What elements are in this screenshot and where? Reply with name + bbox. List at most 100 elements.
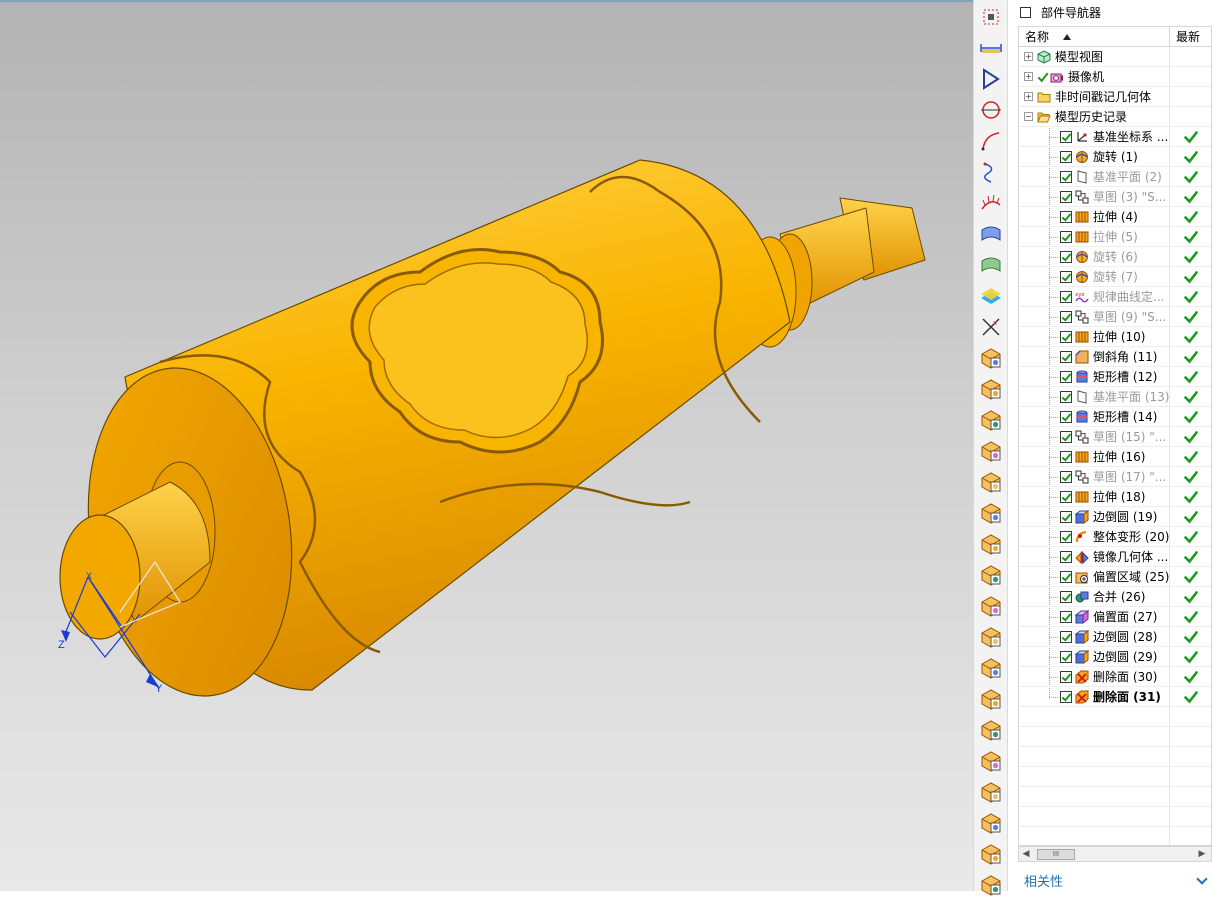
solid-op-4-icon[interactable]	[978, 438, 1004, 464]
feature-row[interactable]: 基准坐标系 ...	[1019, 127, 1211, 147]
feature-visibility-checkbox[interactable]	[1060, 170, 1072, 183]
solid-op-6-icon[interactable]	[978, 500, 1004, 526]
feature-visibility-checkbox[interactable]	[1060, 690, 1072, 703]
feature-visibility-checkbox[interactable]	[1060, 270, 1072, 283]
feature-row[interactable]: 拉伸 (18)	[1019, 487, 1211, 507]
trim-icon[interactable]: x	[978, 314, 1004, 340]
scroll-thumb[interactable]: III	[1037, 848, 1075, 860]
feature-visibility-checkbox[interactable]	[1060, 130, 1072, 143]
feature-visibility-checkbox[interactable]	[1060, 590, 1072, 603]
feature-row[interactable]: 草图 (9) "S...	[1019, 307, 1211, 327]
layer-icon[interactable]	[978, 283, 1004, 309]
feature-visibility-checkbox[interactable]	[1060, 390, 1072, 403]
feature-visibility-checkbox[interactable]	[1060, 330, 1072, 343]
feature-visibility-checkbox[interactable]	[1060, 290, 1072, 303]
solid-op-11-icon[interactable]	[978, 655, 1004, 681]
solid-op-9-icon[interactable]	[978, 593, 1004, 619]
feature-row[interactable]: 边倒圆 (19)	[1019, 507, 1211, 527]
feature-row[interactable]: 倒斜角 (11)	[1019, 347, 1211, 367]
feature-row[interactable]: 镜像几何体 ...	[1019, 547, 1211, 567]
visible-check-icon[interactable]	[1037, 70, 1049, 84]
feature-row[interactable]: 草图 (17) "...	[1019, 467, 1211, 487]
expand-icon[interactable]: +	[1024, 52, 1033, 61]
tree-group-row[interactable]: + 摄像机	[1019, 67, 1211, 87]
solid-op-15-icon[interactable]	[978, 779, 1004, 805]
solid-op-1-icon[interactable]	[978, 345, 1004, 371]
solid-op-8-icon[interactable]	[978, 562, 1004, 588]
feature-row[interactable]: 偏置区域 (25)	[1019, 567, 1211, 587]
feature-row[interactable]: 旋转 (7)	[1019, 267, 1211, 287]
solid-op-2-icon[interactable]	[978, 376, 1004, 402]
feature-visibility-checkbox[interactable]	[1060, 250, 1072, 263]
comb-icon[interactable]	[978, 190, 1004, 216]
feature-row[interactable]: 矩形槽 (14)	[1019, 407, 1211, 427]
feature-row[interactable]: 整体变形 (20)	[1019, 527, 1211, 547]
feature-visibility-checkbox[interactable]	[1060, 230, 1072, 243]
feature-visibility-checkbox[interactable]	[1060, 630, 1072, 643]
feature-row[interactable]: 合并 (26)	[1019, 587, 1211, 607]
feature-visibility-checkbox[interactable]	[1060, 490, 1072, 503]
feature-row[interactable]: 旋转 (1)	[1019, 147, 1211, 167]
navigator-pin-icon[interactable]	[1020, 6, 1031, 18]
solid-op-7-icon[interactable]	[978, 531, 1004, 557]
feature-row[interactable]: 拉伸 (5)	[1019, 227, 1211, 247]
mesh-surface-icon[interactable]	[978, 252, 1004, 278]
measure-distance-icon[interactable]	[978, 35, 1004, 61]
box-select-icon[interactable]	[978, 4, 1004, 30]
tree-group-row[interactable]: + 非时间戳记几何体	[1019, 87, 1211, 107]
surface-icon[interactable]	[978, 221, 1004, 247]
arc-icon[interactable]	[978, 128, 1004, 154]
feature-row[interactable]: 删除面 (31)	[1019, 687, 1211, 707]
feature-visibility-checkbox[interactable]	[1060, 510, 1072, 523]
expand-icon[interactable]: +	[1024, 92, 1033, 101]
horizontal-scrollbar[interactable]: ◀ III ▶	[1018, 846, 1212, 862]
feature-visibility-checkbox[interactable]	[1060, 530, 1072, 543]
feature-row[interactable]: 旋转 (6)	[1019, 247, 1211, 267]
solid-op-10-icon[interactable]	[978, 624, 1004, 650]
feature-row[interactable]: 偏置面 (27)	[1019, 607, 1211, 627]
scroll-left-icon[interactable]: ◀	[1019, 849, 1033, 859]
feature-visibility-checkbox[interactable]	[1060, 370, 1072, 383]
solid-op-5-icon[interactable]	[978, 469, 1004, 495]
tree-group-row[interactable]: − 模型历史记录	[1019, 107, 1211, 127]
scroll-right-icon[interactable]: ▶	[1195, 849, 1209, 859]
graphics-viewport[interactable]: Z Y X	[0, 0, 973, 891]
feature-visibility-checkbox[interactable]	[1060, 430, 1072, 443]
feature-row[interactable]: 拉伸 (16)	[1019, 447, 1211, 467]
roller-model[interactable]: Z Y X	[0, 2, 973, 891]
solid-op-16-icon[interactable]	[978, 810, 1004, 836]
chevron-down-icon[interactable]	[1196, 872, 1208, 885]
collapse-icon[interactable]: −	[1024, 112, 1033, 121]
solid-op-12-icon[interactable]	[978, 686, 1004, 712]
solid-op-17-icon[interactable]	[978, 841, 1004, 867]
solid-op-13-icon[interactable]	[978, 717, 1004, 743]
feature-visibility-checkbox[interactable]	[1060, 650, 1072, 663]
feature-row[interactable]: 拉伸 (4)	[1019, 207, 1211, 227]
feature-row[interactable]: 边倒圆 (29)	[1019, 647, 1211, 667]
feature-visibility-checkbox[interactable]	[1060, 550, 1072, 563]
feature-row[interactable]: 基准平面 (13)	[1019, 387, 1211, 407]
tree-group-row[interactable]: + 模型视图	[1019, 47, 1211, 67]
feature-visibility-checkbox[interactable]	[1060, 210, 1072, 223]
feature-visibility-checkbox[interactable]	[1060, 570, 1072, 583]
feature-visibility-checkbox[interactable]	[1060, 410, 1072, 423]
feature-row[interactable]: 基准平面 (2)	[1019, 167, 1211, 187]
solid-op-14-icon[interactable]	[978, 748, 1004, 774]
solid-op-18-icon[interactable]	[978, 872, 1004, 898]
feature-visibility-checkbox[interactable]	[1060, 450, 1072, 463]
spline-icon[interactable]	[978, 159, 1004, 185]
feature-visibility-checkbox[interactable]	[1060, 190, 1072, 203]
feature-row[interactable]: 删除面 (30)	[1019, 667, 1211, 687]
circle-icon[interactable]	[978, 97, 1004, 123]
feature-row[interactable]: 拉伸 (10)	[1019, 327, 1211, 347]
feature-row[interactable]: xyz 规律曲线定...	[1019, 287, 1211, 307]
name-column-header[interactable]: 名称	[1019, 27, 1170, 46]
expand-icon[interactable]: +	[1024, 72, 1033, 81]
latest-column-header[interactable]: 最新	[1170, 27, 1211, 46]
feature-visibility-checkbox[interactable]	[1060, 150, 1072, 163]
feature-visibility-checkbox[interactable]	[1060, 470, 1072, 483]
feature-visibility-checkbox[interactable]	[1060, 310, 1072, 323]
feature-visibility-checkbox[interactable]	[1060, 350, 1072, 363]
relations-panel-header[interactable]: 相关性	[1018, 870, 1212, 891]
solid-op-3-icon[interactable]	[978, 407, 1004, 433]
